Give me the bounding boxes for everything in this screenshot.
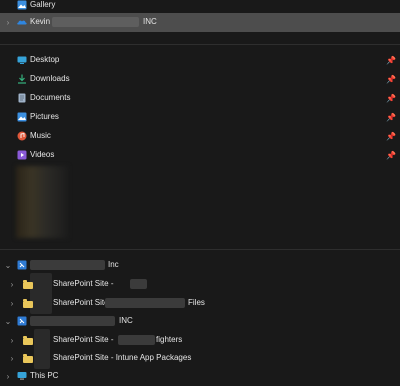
nav-item-label: Gallery (30, 0, 56, 9)
quick-access-label: Pictures (30, 112, 59, 121)
nav-item-sharepoint-site[interactable]: › SharePoint Site - fighters (0, 329, 400, 351)
sharepoint-icon (17, 316, 27, 326)
desktop-icon (17, 55, 27, 65)
quick-access-label: Documents (30, 93, 71, 102)
nav-item-sharepoint-site[interactable]: › SharePoint Site - Files (0, 292, 400, 314)
site-label: SharePoint Site - (53, 279, 114, 288)
onedrive-label-suffix: INC (143, 17, 157, 26)
site-label: SharePoint Site - (53, 335, 114, 344)
quick-access-label: Music (30, 131, 51, 140)
nav-item-onedrive[interactable]: › Kevin INC (0, 13, 400, 32)
music-icon (17, 131, 27, 141)
quick-access-label: Videos (30, 150, 55, 159)
onedrive-label-prefix: Kevin (30, 17, 51, 26)
pin-icon[interactable]: 📌 (386, 74, 396, 84)
site-label-suffix: fighters (156, 335, 183, 344)
onedrive-icon (17, 17, 27, 27)
redacted-thumbnail (16, 166, 68, 238)
redacted-block (30, 292, 52, 314)
computer-icon (17, 371, 27, 381)
pin-icon[interactable]: 📌 (386, 93, 396, 103)
pin-icon[interactable]: 📌 (386, 131, 396, 141)
separator (0, 44, 400, 45)
org-label-suffix: Inc (108, 260, 119, 269)
nav-item-sharepoint-site[interactable]: › SharePoint Site - Intune App Packages (0, 347, 400, 369)
nav-item-sharepoint-site[interactable]: › SharePoint Site - (0, 273, 400, 295)
redacted-name (30, 316, 115, 326)
quick-access-documents[interactable]: Documents 📌 (0, 89, 400, 108)
separator (0, 249, 400, 250)
redacted-name (105, 298, 185, 308)
chevron-right-icon[interactable]: › (7, 334, 17, 346)
quick-access-label: Downloads (30, 74, 70, 83)
download-icon (17, 74, 27, 84)
chevron-right-icon[interactable]: › (7, 278, 17, 290)
quick-access-pictures[interactable]: Pictures 📌 (0, 108, 400, 127)
documents-icon (17, 93, 27, 103)
chevron-down-icon[interactable]: ⌄ (3, 315, 13, 327)
org-label-suffix: INC (119, 316, 133, 325)
redacted-name (118, 335, 155, 345)
folder-icon (23, 353, 33, 364)
quick-access-downloads[interactable]: Downloads 📌 (0, 70, 400, 89)
videos-icon (17, 150, 27, 160)
quick-access-videos[interactable]: Videos 📌 (0, 146, 400, 165)
quick-access-music[interactable]: Music 📌 (0, 127, 400, 146)
pin-icon[interactable]: 📌 (386, 55, 396, 65)
chevron-right-icon[interactable]: › (3, 16, 13, 28)
pin-icon[interactable]: 📌 (386, 112, 396, 122)
quick-access-label: Desktop (30, 55, 60, 64)
folder-icon (23, 335, 33, 346)
redacted-block (34, 347, 50, 369)
sharepoint-icon (17, 260, 27, 270)
quick-access-desktop[interactable]: Desktop 📌 (0, 51, 400, 70)
redacted-name (130, 279, 147, 289)
chevron-right-icon[interactable]: › (7, 297, 17, 309)
site-label-suffix: Files (188, 298, 205, 307)
pictures-icon (17, 112, 27, 122)
chevron-down-icon[interactable]: ⌄ (3, 259, 13, 271)
site-label: SharePoint Site - Intune App Packages (53, 353, 192, 362)
nav-item-org2[interactable]: ⌄ INC (0, 312, 400, 331)
nav-item-org1[interactable]: ⌄ Inc (0, 256, 400, 275)
redacted-name (52, 17, 139, 27)
folder-icon (23, 298, 33, 309)
gallery-icon (17, 0, 27, 10)
nav-item-this-pc[interactable]: › This PC (0, 367, 400, 386)
chevron-right-icon[interactable]: › (3, 370, 13, 382)
folder-icon (23, 279, 33, 290)
chevron-right-icon[interactable]: › (7, 352, 17, 364)
pin-icon[interactable]: 📌 (386, 150, 396, 160)
redacted-name (30, 260, 105, 270)
